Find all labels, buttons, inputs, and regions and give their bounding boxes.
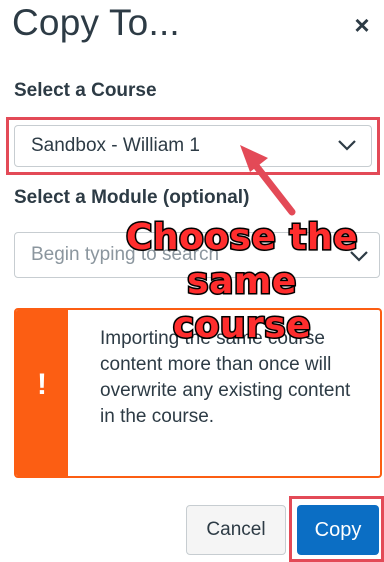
copy-button[interactable]: Copy [297,505,379,555]
chevron-down-icon [338,140,356,151]
course-field-label: Select a Course [14,80,157,101]
cancel-button[interactable]: Cancel [186,505,286,555]
close-icon[interactable]: × [349,12,375,38]
copy-to-dialog: Copy To... × Select a Course Sandbox - W… [0,0,384,562]
course-select-value: Sandbox - William 1 [31,135,200,156]
dialog-title: Copy To... [12,2,180,43]
exclamation-icon: ! [37,368,47,401]
course-select[interactable]: Sandbox - William 1 [14,125,372,167]
annotation-text: Choose the same course [124,216,359,348]
module-field-label: Select a Module (optional) [14,187,250,208]
